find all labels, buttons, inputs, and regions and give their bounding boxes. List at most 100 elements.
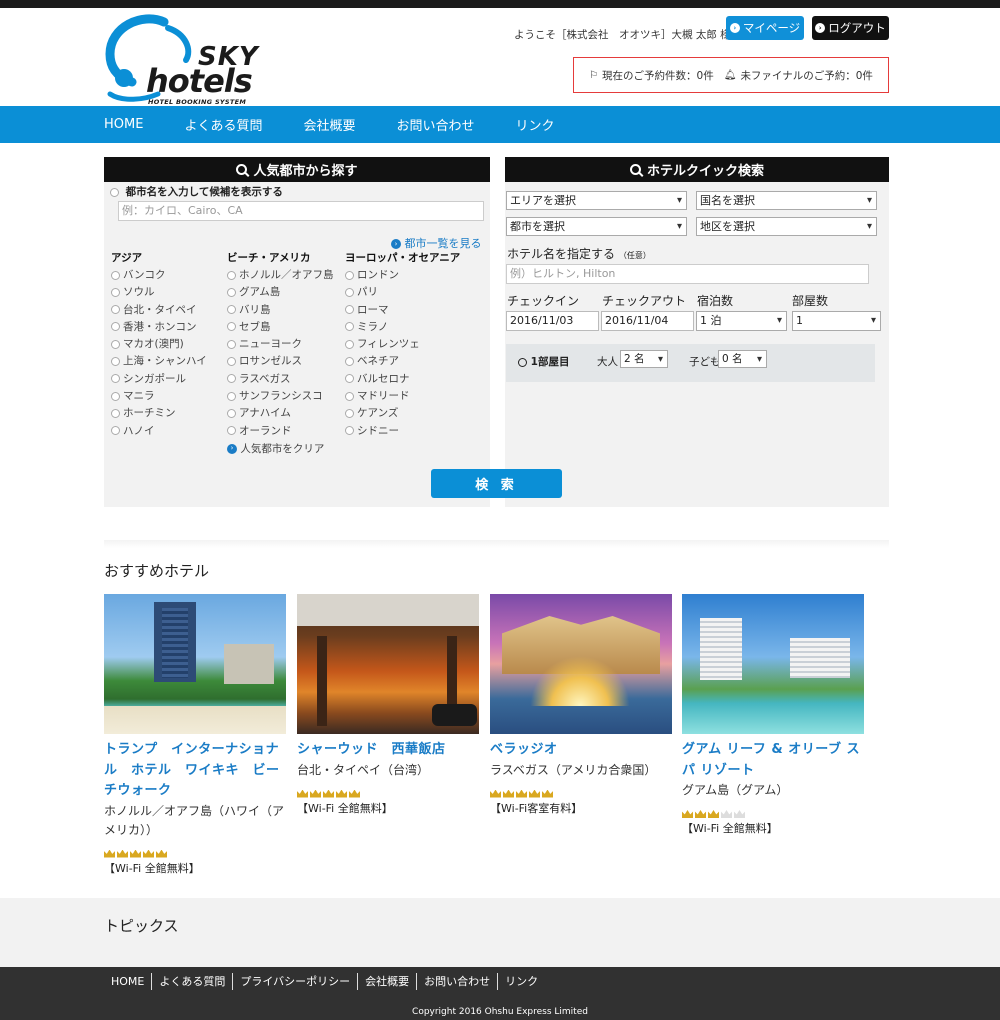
city-option[interactable]: ベネチア <box>345 353 460 370</box>
city-radio[interactable] <box>227 287 236 297</box>
city-option[interactable]: 上海・シャンハイ <box>111 353 207 370</box>
city-option[interactable]: ローマ <box>345 302 460 319</box>
footer-link-contact[interactable]: お問い合わせ <box>417 973 499 990</box>
city-option[interactable]: ミラノ <box>345 319 460 336</box>
city-radio[interactable] <box>111 305 120 315</box>
city-option[interactable]: シドニー <box>345 423 460 440</box>
city-radio[interactable] <box>345 356 354 366</box>
city-radio[interactable] <box>227 270 236 280</box>
city-option[interactable]: グアム島 <box>227 284 334 301</box>
hotel-photo[interactable] <box>682 594 864 734</box>
city-radio[interactable] <box>345 426 354 436</box>
city-radio[interactable] <box>227 322 236 332</box>
city-option[interactable]: ソウル <box>111 284 207 301</box>
city-option[interactable]: マドリード <box>345 388 460 405</box>
city-radio[interactable] <box>345 391 354 401</box>
city-radio[interactable] <box>227 339 236 349</box>
nav-contact[interactable]: お問い合わせ <box>396 115 474 134</box>
city-option[interactable]: オーランド <box>227 423 334 440</box>
footer-link-faq[interactable]: よくある質問 <box>152 973 234 990</box>
city-option[interactable]: ロンドン <box>345 267 460 284</box>
children-select[interactable]: 0 名 <box>718 350 767 368</box>
sky-hotels-logo[interactable]: SKY hotels HOTEL BOOKING SYSTEM <box>102 12 262 107</box>
city-radio[interactable] <box>345 339 354 349</box>
search-button[interactable]: 検 索 <box>431 469 562 498</box>
city-radio[interactable] <box>111 322 120 332</box>
footer-link-links[interactable]: リンク <box>498 973 545 990</box>
city-radio[interactable] <box>111 270 120 280</box>
city-option[interactable]: バンコク <box>111 267 207 284</box>
city-input-toggle[interactable]: 都市名を入力して候補を表示する <box>110 184 283 199</box>
city-option[interactable]: 香港・ホンコン <box>111 319 207 336</box>
hotel-name-input[interactable]: 例）ヒルトン, Hilton <box>506 264 869 284</box>
city-radio[interactable] <box>345 287 354 297</box>
city-radio[interactable] <box>227 356 236 366</box>
nav-links[interactable]: リンク <box>516 115 555 134</box>
city-radio[interactable] <box>111 339 120 349</box>
city-option[interactable]: ケアンズ <box>345 405 460 422</box>
hotel-name[interactable]: トランプ インターナショナル ホテル ワイキキ ビーチウォーク <box>104 740 286 802</box>
hotel-photo[interactable] <box>297 594 479 734</box>
area-select[interactable]: エリアを選択 <box>506 191 687 210</box>
footer-link-privacy[interactable]: プライバシーポリシー <box>233 973 359 990</box>
checkout-input[interactable]: 2016/11/04 <box>601 311 694 331</box>
city-radio[interactable] <box>227 374 236 384</box>
footer-link-home[interactable]: HOME <box>111 973 153 990</box>
city-radio[interactable] <box>111 408 120 418</box>
logout-button[interactable]: › ログアウト <box>812 16 889 40</box>
city-option[interactable]: フィレンツェ <box>345 336 460 353</box>
city-radio[interactable] <box>345 270 354 280</box>
city-radio[interactable] <box>227 408 236 418</box>
city-option[interactable]: ハノイ <box>111 423 207 440</box>
nav-company[interactable]: 会社概要 <box>303 115 355 134</box>
nav-faq[interactable]: よくある質問 <box>184 115 262 134</box>
city-list-link[interactable]: › 都市一覧を見る <box>391 235 482 251</box>
checkin-input[interactable]: 2016/11/03 <box>506 311 599 331</box>
city-option[interactable]: アナハイム <box>227 405 334 422</box>
city-option[interactable]: バリ島 <box>227 302 334 319</box>
hotel-card[interactable]: トランプ インターナショナル ホテル ワイキキ ビーチウォーク ホノルル／オアフ… <box>104 594 286 876</box>
hotel-name[interactable]: グアム リーフ & オリーブ スパ リゾート <box>682 740 864 781</box>
footer-link-company[interactable]: 会社概要 <box>358 973 418 990</box>
city-option[interactable]: マニラ <box>111 388 207 405</box>
city-option[interactable]: 台北・タイペイ <box>111 302 207 319</box>
adults-select[interactable]: 2 名 <box>620 350 668 368</box>
city-option[interactable]: バルセロナ <box>345 371 460 388</box>
nights-select[interactable]: 1 泊 <box>696 311 787 331</box>
unfinal-count[interactable]: 未ファイナルのご予約：0件 <box>740 68 872 83</box>
hotel-name[interactable]: シャーウッド 西華飯店 <box>297 740 479 761</box>
city-option[interactable]: パリ <box>345 284 460 301</box>
city-option[interactable]: ラスベガス <box>227 371 334 388</box>
city-radio[interactable] <box>345 322 354 332</box>
city-radio[interactable] <box>345 408 354 418</box>
city-select[interactable]: 都市を選択 <box>506 217 687 236</box>
city-radio[interactable] <box>227 305 236 315</box>
city-option[interactable]: セブ島 <box>227 319 334 336</box>
city-option[interactable]: ホノルル／オアフ島 <box>227 267 334 284</box>
city-radio[interactable] <box>227 426 236 436</box>
city-radio[interactable] <box>111 287 120 297</box>
nav-home[interactable]: HOME <box>104 117 143 132</box>
city-option[interactable]: サンフランシスコ <box>227 388 334 405</box>
hotel-photo[interactable] <box>104 594 286 734</box>
hotel-card[interactable]: ベラッジオ ラスベガス（アメリカ合衆国） 【Wi-Fi客室有料】 <box>490 594 672 816</box>
city-option[interactable]: ホーチミン <box>111 405 207 422</box>
hotel-name[interactable]: ベラッジオ <box>490 740 672 761</box>
city-radio[interactable] <box>111 426 120 436</box>
clear-popular-link[interactable]: › 人気都市をクリア <box>227 441 334 458</box>
city-input-radio[interactable] <box>110 187 119 197</box>
city-radio[interactable] <box>345 374 354 384</box>
hotel-photo[interactable] <box>490 594 672 734</box>
city-radio[interactable] <box>111 356 120 366</box>
country-select[interactable]: 国名を選択 <box>696 191 877 210</box>
city-radio[interactable] <box>111 374 120 384</box>
city-option[interactable]: マカオ(澳門) <box>111 336 207 353</box>
city-radio[interactable] <box>111 391 120 401</box>
city-search-input[interactable]: 例：カイロ、Cairo、CA <box>118 201 484 221</box>
district-select[interactable]: 地区を選択 <box>696 217 877 236</box>
city-option[interactable]: シンガポール <box>111 371 207 388</box>
city-option[interactable]: ロサンゼルス <box>227 353 334 370</box>
mypage-button[interactable]: › マイページ <box>726 16 804 40</box>
rooms-select[interactable]: 1 <box>792 311 881 331</box>
city-radio[interactable] <box>345 305 354 315</box>
